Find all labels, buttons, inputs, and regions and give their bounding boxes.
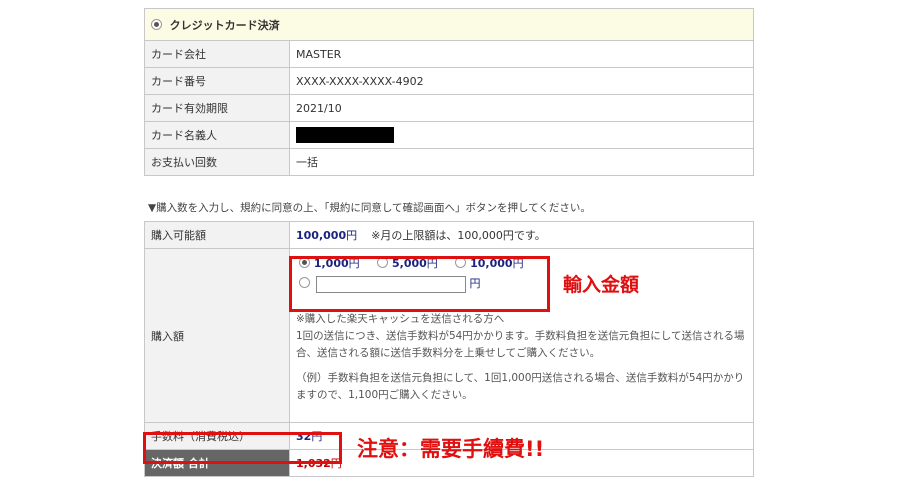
credit-card-radio[interactable] bbox=[151, 18, 162, 30]
info-example: （例）手数料負担を送信元負担にして、1回1,000円送信される場合、送信手数料が… bbox=[296, 372, 745, 401]
installments-value: 一括 bbox=[289, 148, 754, 176]
available-yen: 円 bbox=[346, 229, 358, 242]
payment-method-label: クレジットカード決済 bbox=[169, 18, 280, 32]
installments-label: お支払い回数 bbox=[144, 148, 290, 176]
fee-highlight-box bbox=[143, 432, 342, 464]
card-holder-cell bbox=[289, 121, 754, 149]
card-expiry-label: カード有効期限 bbox=[144, 94, 290, 122]
purchase-amount-label: 購入額 bbox=[144, 248, 290, 423]
available-amount: 100,000 bbox=[296, 229, 347, 242]
card-number-label: カード番号 bbox=[144, 67, 290, 95]
info-line-2-text: 1回の送信につき、送信手数料が54円かかります。手数料負担を送信元負担にして送信… bbox=[296, 330, 745, 359]
available-note: ※月の上限額は、100,000円です。 bbox=[371, 229, 546, 242]
send-fee-info: ※購入した楽天キャッシュを送信される方へ 1回の送信につき、送信手数料が54円かか… bbox=[296, 311, 747, 404]
amount-annotation: 輸入金額 bbox=[563, 274, 640, 296]
fee-warning-annotation: 注意：需要手續費!! bbox=[357, 437, 545, 461]
card-info-table: クレジットカード決済 カード会社 MASTER カード番号 XXXX-XXXX-XX… bbox=[144, 8, 754, 176]
card-company-label: カード会社 bbox=[144, 40, 290, 68]
card-number-value: XXXX-XXXX-XXXX-4902 bbox=[289, 67, 754, 95]
payment-method-header[interactable]: クレジットカード決済 bbox=[144, 8, 754, 41]
redacted-name bbox=[296, 127, 394, 143]
available-cell: 100,000円 ※月の上限額は、100,000円です。 bbox=[289, 221, 754, 249]
available-label: 購入可能額 bbox=[144, 221, 290, 249]
info-line-1: ※購入した楽天キャッシュを送信される方へ 1回の送信につき、送信手数料が54円かか… bbox=[296, 311, 747, 362]
amount-highlight-box bbox=[289, 256, 550, 312]
payment-form: クレジットカード決済 カード会社 MASTER カード番号 XXXX-XXXX-XX… bbox=[144, 8, 754, 477]
instruction-notice: ▼購入数を入力し、規約に同意の上、「規約に同意して確認画面へ」ボタンを押してくだ… bbox=[148, 202, 591, 214]
card-company-value: MASTER bbox=[289, 40, 754, 68]
card-holder-label: カード名義人 bbox=[144, 121, 290, 149]
card-expiry-value: 2021/10 bbox=[289, 94, 754, 122]
info-line-1-text: ※購入した楽天キャッシュを送信される方へ bbox=[296, 313, 505, 325]
